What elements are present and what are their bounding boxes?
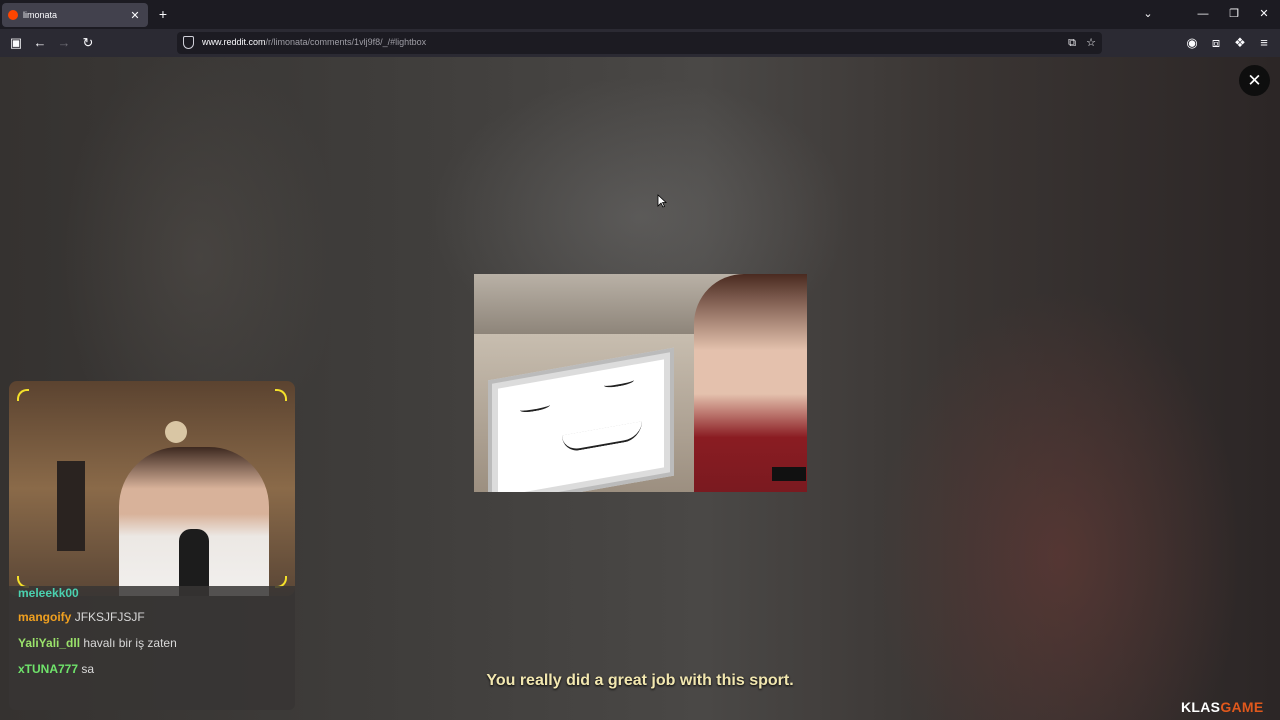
drawn-mouth	[562, 421, 642, 454]
navigation-toolbar: ▣ ← → ↻ www.reddit.com/r/limonata/commen…	[0, 29, 1280, 57]
chat-message: YaliYali_dll havalı bir iş zaten	[18, 630, 286, 656]
chat-username: mangoify	[18, 610, 72, 624]
sidebar-icon[interactable]: ▣	[7, 34, 25, 52]
new-tab-button[interactable]: +	[155, 6, 171, 22]
chat-text: havalı bir iş zaten	[83, 636, 177, 650]
laptop-screen	[498, 359, 664, 492]
back-button[interactable]: ←	[31, 34, 49, 52]
lightbox-close-button[interactable]: ✕	[1239, 65, 1270, 96]
lightbox-backdrop[interactable]: ✕ meleekk00 mangoify JFKSJFJSJF YaliYali…	[0, 57, 1280, 720]
tab-title: limonata	[23, 10, 58, 20]
lightbox-image[interactable]	[474, 274, 807, 492]
url-host: www.reddit.com	[202, 37, 266, 47]
restore-button[interactable]: ❐	[1226, 6, 1242, 22]
flame-icon[interactable]: ❖	[1231, 34, 1249, 52]
star-icon[interactable]: ☆	[1083, 35, 1099, 51]
url-bar[interactable]: www.reddit.com/r/limonata/comments/1vlj9…	[177, 32, 1102, 54]
image-overlay-tag	[772, 467, 806, 481]
video-subtitle: You really did a great job with this spo…	[486, 672, 794, 689]
drawn-eye	[604, 376, 634, 389]
tab-limonata[interactable]: limonata ✕	[2, 3, 148, 27]
forward-button[interactable]: →	[55, 34, 73, 52]
cam-lamp	[165, 421, 187, 443]
account-icon[interactable]: ◉	[1183, 34, 1201, 52]
chat-text: JFKSJFJSJF	[74, 610, 145, 624]
window-close-button[interactable]: ✕	[1256, 6, 1272, 22]
stream-chat: meleekk00 mangoify JFKSJFJSJF YaliYali_d…	[9, 586, 295, 710]
url-path: /r/limonata/comments/1vlj9f8/_/#lightbox	[265, 37, 427, 47]
klasgame-watermark: KLASGAME	[1181, 699, 1264, 715]
reddit-icon	[8, 10, 18, 20]
chat-message: mangoify JFKSJFJSJF	[18, 604, 286, 630]
tab-bar: limonata ✕ + ⌄ — ❐ ✕	[0, 0, 1280, 29]
cam-frame-corner	[17, 389, 29, 401]
chat-message: meleekk00	[18, 586, 286, 604]
url-text[interactable]: www.reddit.com/r/limonata/comments/1vlj9…	[202, 37, 426, 47]
webcam-overlay	[9, 381, 295, 596]
chat-username: YaliYali_dll	[18, 636, 81, 650]
cam-doorway	[57, 461, 85, 551]
streamer-in-image	[694, 274, 807, 492]
minimize-button[interactable]: —	[1195, 6, 1211, 22]
watermark-part1: KLAS	[1181, 699, 1221, 715]
translate-icon[interactable]: ⧉	[1064, 35, 1080, 51]
puzzle-icon[interactable]: ⧈	[1207, 34, 1225, 52]
reload-button[interactable]: ↻	[79, 34, 97, 52]
chat-username: meleekk00	[18, 586, 79, 600]
shield-icon[interactable]	[183, 36, 194, 49]
hamburger-icon[interactable]: ≡	[1255, 34, 1273, 52]
tab-close-icon[interactable]: ✕	[128, 9, 142, 22]
list-all-tabs-button[interactable]: ⌄	[1140, 6, 1156, 22]
cam-frame-corner	[275, 389, 287, 401]
mouse-cursor-icon	[657, 194, 667, 208]
drawn-eye	[520, 401, 550, 414]
watermark-part2: GAME	[1220, 699, 1264, 715]
